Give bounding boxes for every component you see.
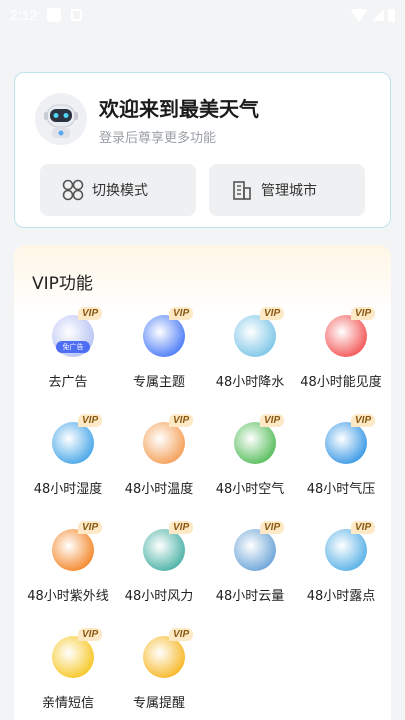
vip-badge: VIP bbox=[169, 521, 194, 534]
vip-badge: VIP bbox=[78, 307, 103, 320]
vip-feature-label: 48小时空气 bbox=[215, 482, 285, 497]
switch-mode-label: 切换模式 bbox=[92, 183, 148, 199]
welcome-title: 欢迎来到最美天气 bbox=[99, 97, 259, 121]
visibility-eye-icon bbox=[325, 315, 367, 357]
switch-mode-button[interactable]: 切换模式 bbox=[40, 164, 196, 216]
status-icons bbox=[350, 8, 395, 22]
vip-feature-item[interactable]: VIP 专属主题 bbox=[113, 307, 205, 407]
vip-feature-label: 去广告 bbox=[48, 375, 88, 390]
vip-section-title: VIP功能 bbox=[32, 274, 93, 294]
notification-icon bbox=[47, 8, 62, 22]
vip-badge: VIP bbox=[260, 521, 285, 534]
no-ads-icon: 免广告 bbox=[52, 315, 94, 357]
vip-feature-label: 48小时风力 bbox=[124, 589, 194, 604]
switch-mode-icon bbox=[62, 179, 84, 201]
bell-icon bbox=[143, 636, 185, 678]
vip-feature-item[interactable]: VIP 48小时温度 bbox=[113, 414, 205, 514]
vip-feature-item[interactable]: VIP 亲情短信 bbox=[22, 628, 114, 720]
vip-badge: VIP bbox=[351, 521, 376, 534]
vip-badge: VIP bbox=[260, 414, 285, 427]
status-bar: 2:12 bbox=[0, 0, 405, 30]
vip-badge: VIP bbox=[78, 414, 103, 427]
no-ads-chip: 免广告 bbox=[56, 341, 90, 353]
vip-feature-label: 48小时能见度 bbox=[300, 375, 382, 390]
vip-feature-label: 48小时降水 bbox=[215, 375, 285, 390]
vip-feature-label: 48小时温度 bbox=[124, 482, 194, 497]
vip-feature-item[interactable]: VIP 48小时降水 bbox=[204, 307, 296, 407]
wind-icon bbox=[143, 529, 185, 571]
message-icon bbox=[52, 636, 94, 678]
vip-feature-item[interactable]: VIP 48小时云量 bbox=[204, 521, 296, 621]
status-time: 2:12 bbox=[10, 7, 38, 23]
manage-city-label: 管理城市 bbox=[261, 183, 317, 199]
notification-icon-2 bbox=[71, 9, 83, 21]
vip-feature-item[interactable]: 免广告 VIP 去广告 bbox=[22, 307, 114, 407]
vip-feature-item[interactable]: VIP 48小时风力 bbox=[113, 521, 205, 621]
vip-badge: VIP bbox=[351, 307, 376, 320]
vip-feature-label: 48小时气压 bbox=[306, 482, 376, 497]
battery-icon bbox=[388, 8, 395, 22]
vip-feature-item[interactable]: VIP 48小时气压 bbox=[295, 414, 387, 514]
vip-feature-item[interactable]: VIP 48小时空气 bbox=[204, 414, 296, 514]
welcome-card[interactable]: 欢迎来到最美天气 登录后尊享更多功能 切换模式 管理城市 bbox=[14, 72, 391, 228]
vip-badge: VIP bbox=[169, 414, 194, 427]
vip-badge: VIP bbox=[169, 628, 194, 641]
vip-badge: VIP bbox=[260, 307, 285, 320]
robot-avatar-icon[interactable] bbox=[35, 93, 87, 145]
welcome-subtitle[interactable]: 登录后尊享更多功能 bbox=[99, 127, 216, 146]
wifi-icon bbox=[350, 8, 368, 22]
vip-feature-label: 48小时湿度 bbox=[33, 482, 103, 497]
manage-city-button[interactable]: 管理城市 bbox=[209, 164, 365, 216]
theme-icon bbox=[143, 315, 185, 357]
vip-feature-label: 专属主题 bbox=[132, 375, 185, 390]
vip-badge: VIP bbox=[78, 628, 103, 641]
vip-badge: VIP bbox=[78, 521, 103, 534]
vip-feature-label: 专属提醒 bbox=[132, 696, 185, 711]
building-icon bbox=[233, 181, 251, 200]
vip-feature-item[interactable]: VIP 专属提醒 bbox=[113, 628, 205, 720]
vip-badge: VIP bbox=[169, 307, 194, 320]
vip-feature-label: 48小时云量 bbox=[215, 589, 285, 604]
vip-feature-item[interactable]: VIP 48小时湿度 bbox=[22, 414, 114, 514]
thermometer-icon bbox=[143, 422, 185, 464]
vip-feature-item[interactable]: VIP 48小时能见度 bbox=[295, 307, 387, 407]
rain-drops-icon bbox=[234, 315, 276, 357]
uv-umbrella-icon bbox=[52, 529, 94, 571]
dew-icon bbox=[325, 529, 367, 571]
cloud-icon bbox=[234, 529, 276, 571]
vip-feature-item[interactable]: VIP 48小时紫外线 bbox=[22, 521, 114, 621]
vip-feature-item[interactable]: VIP 48小时露点 bbox=[295, 521, 387, 621]
leaf-icon bbox=[234, 422, 276, 464]
humidity-drop-icon bbox=[52, 422, 94, 464]
vip-features-card: VIP功能 免广告 VIP 去广告 VIP 专属主题 VIP 48小时降水 VIP 48小时能见… bbox=[14, 245, 391, 720]
signal-icon bbox=[372, 9, 384, 21]
vip-feature-label: 亲情短信 bbox=[41, 696, 94, 711]
vip-badge: VIP bbox=[351, 414, 376, 427]
vip-feature-label: 48小时露点 bbox=[306, 589, 376, 604]
vip-feature-label: 48小时紫外线 bbox=[27, 589, 109, 604]
pressure-icon bbox=[325, 422, 367, 464]
